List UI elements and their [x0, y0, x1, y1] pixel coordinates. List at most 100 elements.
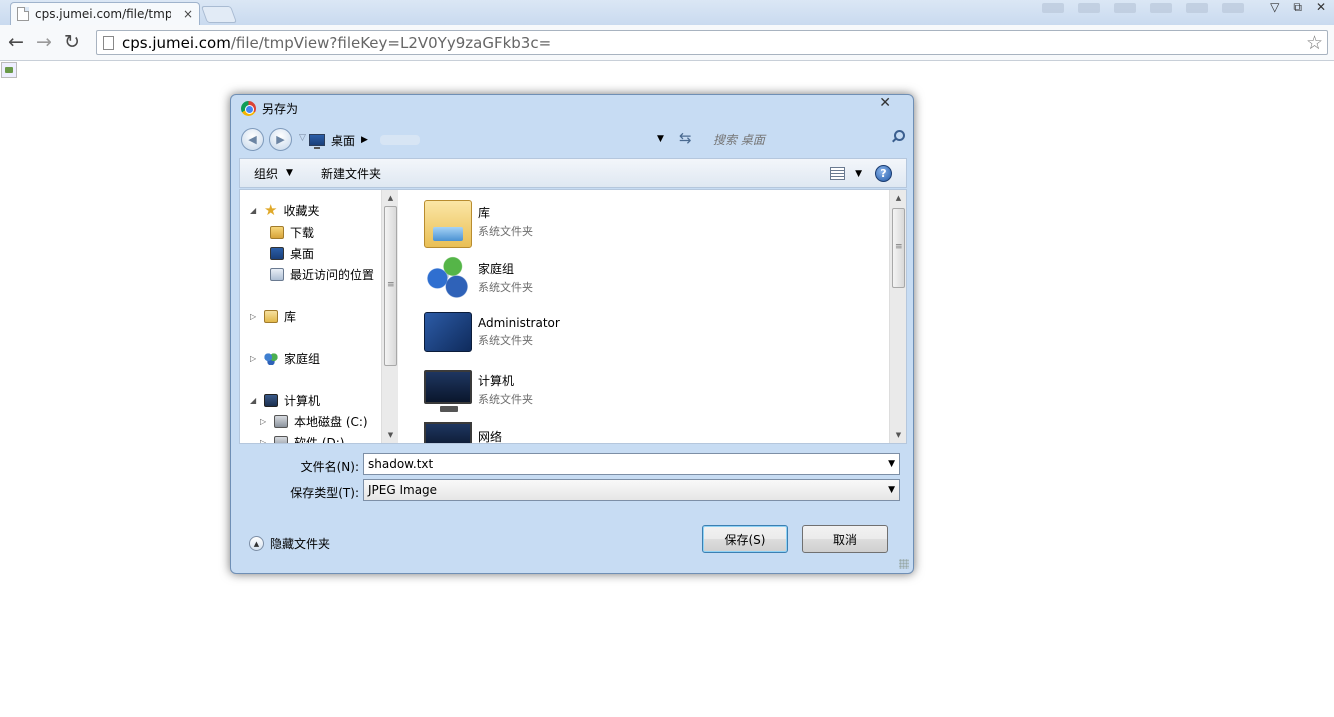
dialog-close-icon[interactable]: ✕	[879, 95, 891, 111]
desktop-icon	[309, 134, 325, 149]
filename-combobox[interactable]: ▼	[363, 453, 900, 475]
dialog-title-bar: 另存为	[241, 100, 298, 117]
expanded-arrow-icon[interactable]: ◢	[250, 396, 258, 405]
breadcrumb-desktop[interactable]: 桌面	[331, 132, 355, 149]
collapsed-arrow-icon[interactable]: ▷	[250, 312, 258, 321]
desktop-icon	[270, 247, 284, 260]
user-folder-icon	[424, 312, 472, 352]
reload-icon[interactable]: ↻	[64, 32, 80, 52]
recent-places-icon	[270, 268, 284, 281]
history-dropdown-icon[interactable]: ▽	[299, 133, 306, 143]
close-window-icon[interactable]: ✕	[1316, 0, 1326, 14]
filename-label: 文件名(N):	[300, 460, 359, 474]
nav-local-disk[interactable]: ▷ 本地磁盘 (C:)	[260, 413, 368, 430]
organize-button[interactable]: 组织 ▼	[240, 165, 307, 182]
scroll-thumb[interactable]	[892, 208, 905, 288]
page-icon	[103, 35, 114, 50]
list-item[interactable]: 库系统文件夹	[424, 196, 533, 248]
collapsed-arrow-icon[interactable]: ▷	[260, 417, 268, 426]
restore-icon[interactable]: ⧉	[1293, 0, 1302, 14]
filetype-value: JPEG Image	[368, 483, 438, 497]
disk-icon	[274, 436, 288, 443]
search-input[interactable]	[711, 131, 881, 148]
browser-tab[interactable]: cps.jumei.com/file/tmpVi ×	[10, 2, 200, 25]
nav-libraries[interactable]: ▷ 库	[250, 308, 296, 325]
nav-favorites[interactable]: ◢ ★ 收藏夹	[250, 202, 319, 219]
nav-scrollbar[interactable]: ▲ ▼	[381, 190, 398, 443]
forward-arrow-icon[interactable]: →	[36, 32, 52, 52]
search-icon[interactable]	[891, 130, 905, 142]
help-icon[interactable]: ?	[875, 165, 892, 182]
tab-close-icon[interactable]: ×	[183, 7, 193, 21]
blurred-area	[379, 135, 420, 145]
nav-recent[interactable]: 最近访问的位置	[270, 266, 374, 283]
disk-icon	[274, 415, 288, 428]
refresh-icon[interactable]: ⇆	[679, 129, 692, 147]
chevron-down-icon[interactable]: ▼	[888, 485, 895, 495]
url-text: cps.jumei.com/file/tmpView?fileKey=L2V0Y…	[122, 33, 552, 52]
breadcrumb[interactable]: 桌面 ▶	[309, 128, 667, 152]
back-arrow-icon[interactable]: ←	[8, 32, 24, 52]
page-icon	[17, 7, 29, 21]
forward-icon[interactable]: ▶	[269, 128, 292, 151]
tab-title: cps.jumei.com/file/tmpVi	[35, 7, 171, 21]
browse-pane: ◢ ★ 收藏夹 下载 桌面 最近访问的位置 ▷ 库 ▷ 家庭组 ◢ 计算机 ▷ …	[239, 189, 907, 444]
cancel-button[interactable]: 取消	[802, 525, 888, 553]
window-controls: ▽ ⧉ ✕	[1270, 0, 1326, 14]
list-item[interactable]: 网络	[424, 420, 502, 443]
new-folder-button[interactable]: 新建文件夹	[307, 165, 395, 182]
breadcrumb-arrow-icon[interactable]: ▶	[361, 135, 368, 145]
network-icon	[424, 422, 472, 443]
file-list-scrollbar[interactable]: ▲ ▼	[889, 190, 906, 443]
chevron-down-icon: ▼	[855, 168, 862, 179]
nav-desktop[interactable]: 桌面	[270, 245, 314, 262]
resize-grip[interactable]	[899, 559, 909, 569]
filename-input[interactable]	[368, 457, 868, 471]
dialog-title: 另存为	[262, 102, 299, 116]
nav-software-disk[interactable]: ▷ 软件 (D:)	[260, 434, 344, 443]
view-options-button[interactable]: ▼	[830, 167, 862, 180]
collapsed-arrow-icon[interactable]: ▷	[260, 438, 268, 443]
new-tab-button[interactable]	[200, 6, 238, 23]
scroll-down-icon[interactable]: ▼	[890, 427, 907, 443]
view-icon	[830, 167, 846, 180]
collapsed-arrow-icon[interactable]: ▷	[250, 354, 258, 363]
chrome-logo-icon	[241, 101, 256, 116]
blurred-toolbar-area	[1042, 3, 1244, 16]
filetype-select[interactable]: JPEG Image ▼	[363, 479, 900, 501]
minimize-icon[interactable]: ▽	[1270, 0, 1279, 14]
nav-downloads[interactable]: 下载	[270, 224, 314, 241]
scroll-up-icon[interactable]: ▲	[382, 190, 399, 206]
downloads-folder-icon	[270, 226, 284, 239]
scroll-thumb[interactable]	[384, 206, 397, 366]
chevron-down-icon[interactable]: ▼	[888, 459, 895, 469]
address-dropdown-icon[interactable]: ▼	[657, 134, 664, 144]
list-item[interactable]: Administrator 系统文件夹	[424, 308, 560, 352]
scroll-up-icon[interactable]: ▲	[890, 190, 907, 206]
back-icon[interactable]: ◀	[241, 128, 264, 151]
tab-strip: cps.jumei.com/file/tmpVi × ▽ ⧉ ✕	[0, 0, 1334, 25]
navigation-pane: ◢ ★ 收藏夹 下载 桌面 最近访问的位置 ▷ 库 ▷ 家庭组 ◢ 计算机 ▷ …	[240, 190, 398, 443]
address-bar[interactable]: cps.jumei.com/file/tmpView?fileKey=L2V0Y…	[96, 30, 1328, 55]
list-item[interactable]: 家庭组 系统文件夹	[424, 252, 533, 300]
save-button[interactable]: 保存(S)	[702, 525, 788, 553]
hide-folders-button[interactable]: ▲ 隐藏文件夹	[249, 535, 330, 552]
chevron-up-icon: ▲	[249, 536, 264, 551]
library-icon	[264, 310, 278, 323]
homegroup-icon	[424, 252, 472, 300]
expanded-arrow-icon[interactable]: ◢	[250, 206, 258, 215]
search-box[interactable]	[701, 127, 907, 152]
star-icon[interactable]: ☆	[1306, 32, 1323, 54]
nav-homegroup[interactable]: ▷ 家庭组	[250, 350, 320, 367]
save-as-dialog: 另存为 ✕ ◀ ▶ ▽ 桌面 ▶ ▼ ⇆ 组织▼ 新建文件夹 ▼ ? ◢	[230, 94, 914, 574]
scroll-down-icon[interactable]: ▼	[382, 427, 399, 443]
library-folder-icon	[424, 200, 472, 248]
star-icon: ★	[264, 201, 278, 219]
nav-computer[interactable]: ◢ 计算机	[250, 392, 320, 409]
command-bar: 组织 ▼ 新建文件夹 ▼ ?	[239, 158, 907, 188]
computer-icon	[264, 394, 278, 407]
computer-icon	[424, 370, 472, 412]
list-item[interactable]: 计算机 系统文件夹	[424, 364, 533, 412]
browser-toolbar: ← → ↻ cps.jumei.com/file/tmpView?fileKey…	[0, 25, 1334, 61]
dialog-address-row: ◀ ▶ ▽ 桌面 ▶ ▼ ⇆	[239, 127, 907, 153]
